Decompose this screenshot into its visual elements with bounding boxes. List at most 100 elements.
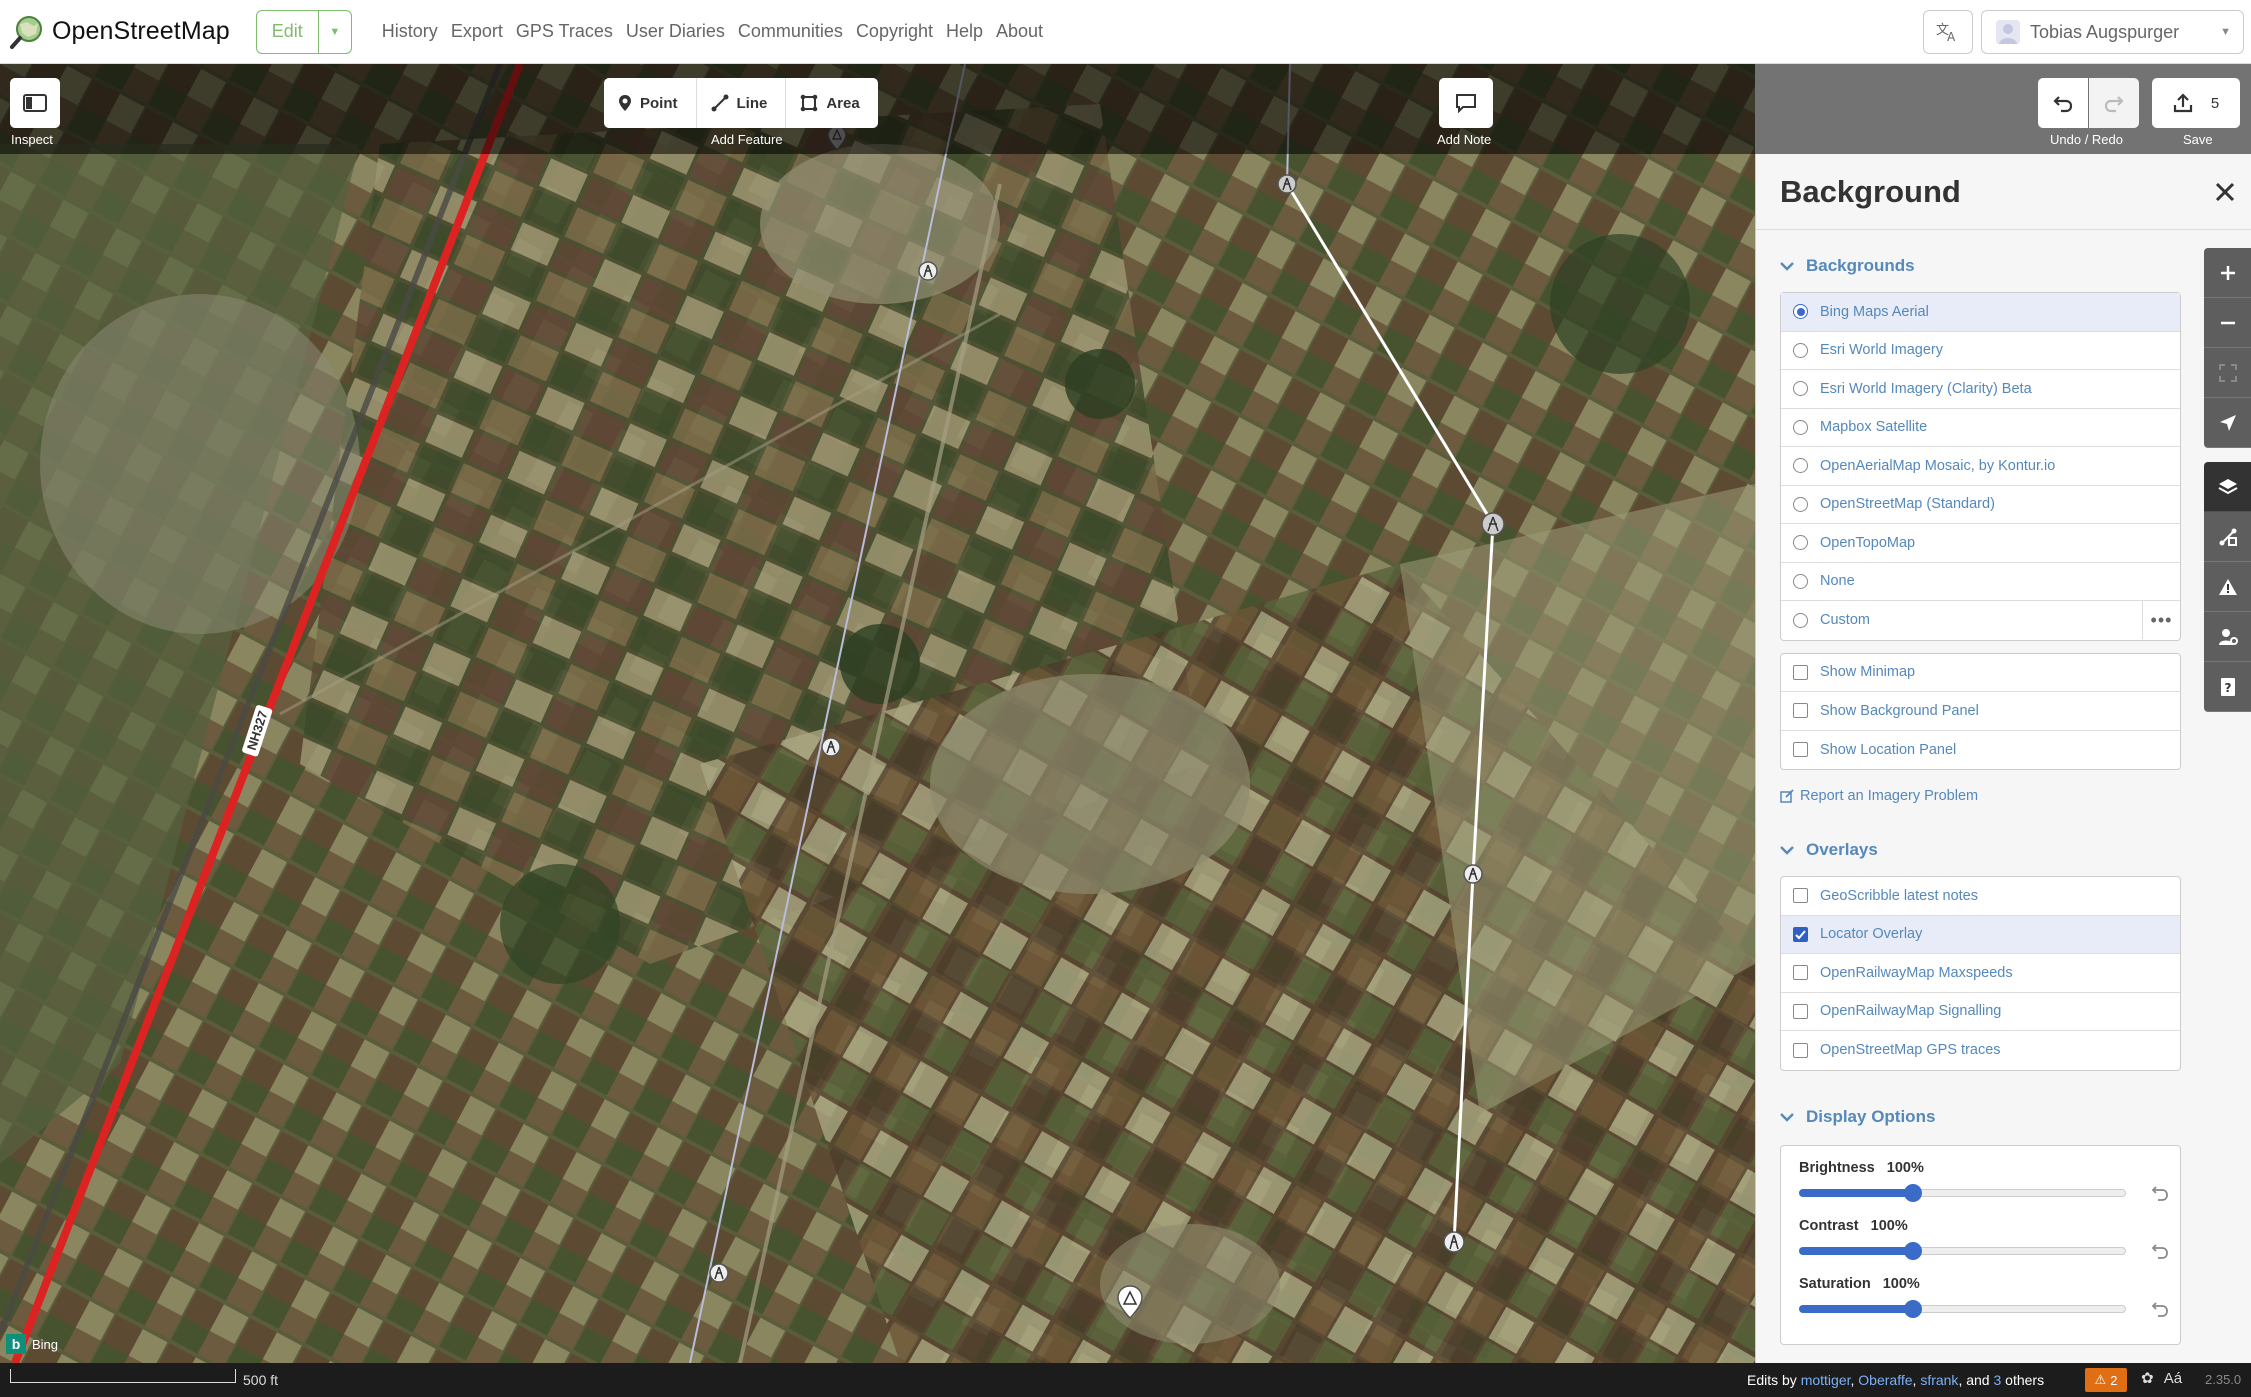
toggle-background-panel[interactable]: Show Background Panel <box>1781 692 2180 731</box>
checkbox[interactable] <box>1793 703 1808 719</box>
power-tower-vertex[interactable] <box>1442 1230 1466 1254</box>
radio[interactable] <box>1793 612 1808 628</box>
radio[interactable] <box>1793 496 1808 512</box>
add-line-button[interactable]: Line <box>697 78 787 128</box>
background-option-custom[interactable]: Custom ••• <box>1781 601 2180 640</box>
scale-bar[interactable] <box>10 1369 236 1383</box>
backgrounds-section-toggle[interactable]: Backgrounds <box>1756 244 2251 288</box>
add-area-button[interactable]: Area <box>786 78 877 128</box>
checkbox[interactable] <box>1793 664 1808 680</box>
edit-dropdown-button[interactable]: ▼ <box>319 11 351 53</box>
help-pane-button[interactable]: ? <box>2204 662 2251 712</box>
radio[interactable] <box>1793 535 1808 551</box>
edit-button[interactable]: Edit <box>257 10 319 53</box>
brightness-slider[interactable] <box>1799 1180 2168 1204</box>
zoom-to-selection-button[interactable] <box>2204 348 2251 398</box>
slider-handle[interactable] <box>1904 1299 1923 1318</box>
slider-handle[interactable] <box>1904 1183 1923 1202</box>
toggle-location-panel[interactable]: Show Location Panel <box>1781 731 2180 770</box>
inspect-button[interactable] <box>10 78 60 128</box>
saturation-slider[interactable] <box>1799 1296 2168 1320</box>
background-option-osm-standard[interactable]: OpenStreetMap (Standard) <box>1781 486 2180 524</box>
display-options-section-toggle[interactable]: Display Options <box>1756 1095 2251 1139</box>
overlays-section-toggle[interactable]: Overlays <box>1756 828 2251 872</box>
nav-link-help[interactable]: Help <box>946 21 983 42</box>
overlay-locator[interactable]: Locator Overlay <box>1781 915 2180 954</box>
custom-edit-button[interactable]: ••• <box>2142 601 2180 639</box>
overlay-osm-gps-traces[interactable]: OpenStreetMap GPS traces <box>1781 1031 2180 1070</box>
overlay-orm-maxspeeds[interactable]: OpenRailwayMap Maxspeeds <box>1781 954 2180 993</box>
checkbox-checked[interactable] <box>1793 926 1808 942</box>
checkbox[interactable] <box>1793 742 1808 758</box>
nav-link-export[interactable]: Export <box>451 21 503 42</box>
radio[interactable] <box>1793 381 1808 397</box>
version-label[interactable]: 2.35.0 <box>2205 1372 2241 1387</box>
reset-icon[interactable] <box>2151 1184 2169 1202</box>
checkbox[interactable] <box>1793 965 1808 981</box>
background-option-mapbox[interactable]: Mapbox Satellite <box>1781 409 2180 447</box>
close-icon[interactable] <box>2211 178 2239 206</box>
editor-link[interactable]: mottiger <box>1801 1372 1851 1388</box>
power-tower-vertex[interactable] <box>1276 173 1298 195</box>
language-icon[interactable]: Aá <box>2164 1370 2182 1387</box>
zoom-in-button[interactable] <box>2204 248 2251 298</box>
reset-icon[interactable] <box>2151 1300 2169 1318</box>
toggle-minimap[interactable]: Show Minimap <box>1781 654 2180 692</box>
user-menu-button[interactable]: Tobias Augspurger ▼ <box>1981 10 2244 54</box>
map-point-pin[interactable] <box>1116 1284 1144 1320</box>
redo-button[interactable] <box>2089 78 2139 128</box>
brand[interactable]: OpenStreetMap <box>10 0 230 64</box>
preferences-pane-button[interactable] <box>2204 612 2251 662</box>
power-tower-vertex[interactable] <box>708 1262 730 1284</box>
issues-badge[interactable]: ⚠ 2 <box>2085 1368 2127 1392</box>
power-tower-vertex[interactable] <box>1480 511 1506 537</box>
save-button[interactable]: 5 <box>2152 78 2240 128</box>
add-feature-group: Point Line Area <box>604 78 878 128</box>
checkbox[interactable] <box>1793 888 1808 904</box>
background-option-openaerialmap[interactable]: OpenAerialMap Mosaic, by Kontur.io <box>1781 447 2180 486</box>
zoom-out-button[interactable] <box>2204 298 2251 348</box>
slider-handle[interactable] <box>1904 1241 1923 1260</box>
reset-icon[interactable] <box>2151 1242 2169 1260</box>
nav-link-communities[interactable]: Communities <box>738 21 843 42</box>
checkbox[interactable] <box>1793 1003 1808 1019</box>
background-option-esri[interactable]: Esri World Imagery <box>1781 332 2180 370</box>
power-tower-vertex[interactable] <box>917 260 939 282</box>
nav-link-copyright[interactable]: Copyright <box>856 21 933 42</box>
overlay-orm-signalling[interactable]: OpenRailwayMap Signalling <box>1781 993 2180 1031</box>
map-canvas[interactable]: NH327 b Bing <box>0 64 1755 1363</box>
radio[interactable] <box>1793 342 1808 358</box>
power-tower-vertex[interactable] <box>1462 863 1484 885</box>
nav-link-gps-traces[interactable]: GPS Traces <box>516 21 613 42</box>
radio[interactable] <box>1793 458 1808 474</box>
others-count-link[interactable]: 3 <box>1993 1372 2001 1388</box>
help-icon: ? <box>2220 677 2235 696</box>
geolocate-button[interactable] <box>2204 398 2251 448</box>
overlay-geoscribble[interactable]: GeoScribble latest notes <box>1781 877 2180 916</box>
bug-icon[interactable]: ✿ <box>2141 1370 2154 1387</box>
map-data-pane-button[interactable] <box>2204 512 2251 562</box>
background-pane-button[interactable] <box>2204 462 2251 512</box>
radio-selected[interactable] <box>1793 304 1808 320</box>
language-button[interactable]: 文 A <box>1923 10 1973 54</box>
undo-button[interactable] <box>2038 78 2088 128</box>
nav-link-about[interactable]: About <box>996 21 1043 42</box>
issues-pane-button[interactable] <box>2204 562 2251 612</box>
checkbox[interactable] <box>1793 1042 1808 1058</box>
background-option-esri-clarity[interactable]: Esri World Imagery (Clarity) Beta <box>1781 370 2180 409</box>
add-point-button[interactable]: Point <box>604 78 697 128</box>
editor-link[interactable]: Oberaffe <box>1858 1372 1912 1388</box>
radio[interactable] <box>1793 573 1808 589</box>
nav-link-user-diaries[interactable]: User Diaries <box>626 21 725 42</box>
power-tower-vertex[interactable] <box>820 736 842 758</box>
radio[interactable] <box>1793 419 1808 435</box>
warning-icon <box>2218 578 2237 595</box>
background-option-bing[interactable]: Bing Maps Aerial <box>1781 293 2180 332</box>
report-imagery-link[interactable]: Report an Imagery Problem <box>1780 786 2251 806</box>
background-option-none[interactable]: None <box>1781 563 2180 601</box>
contrast-slider[interactable] <box>1799 1238 2168 1262</box>
nav-link-history[interactable]: History <box>382 21 438 42</box>
background-option-opentopomap[interactable]: OpenTopoMap <box>1781 524 2180 563</box>
add-note-button[interactable] <box>1439 78 1493 128</box>
editor-link[interactable]: sfrank <box>1920 1372 1958 1388</box>
